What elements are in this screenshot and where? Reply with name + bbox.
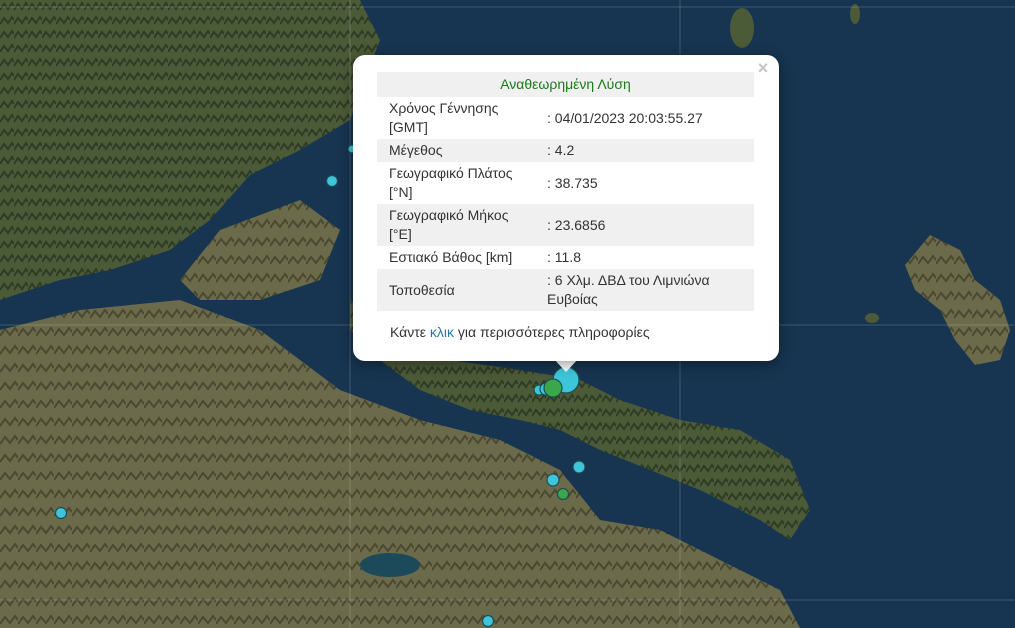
- table-row: Χρόνος Γέννησης [GMT] : 04/01/2023 20:03…: [377, 97, 754, 139]
- close-button[interactable]: ×: [754, 59, 772, 77]
- location-label: Τοποθεσία: [377, 269, 547, 311]
- earthquake-marker[interactable]: [54, 506, 68, 520]
- magnitude-label: Μέγεθος: [377, 139, 547, 162]
- more-info-text: Κάντε κλικ για περισσότερες πληροφορίες: [390, 324, 650, 340]
- depth-label: Εστιακό Βάθος [km]: [389, 249, 513, 265]
- table-row: Εστιακό Βάθος [km] : 11.8: [377, 246, 754, 269]
- island: [865, 313, 879, 323]
- earthquake-popup: × Αναθεωρημένη Λύση Χρόνος Γέννησης [GMT…: [353, 55, 779, 361]
- island: [730, 8, 754, 48]
- table-row: Γεωγραφικό Πλάτος [°N] : 38.735: [377, 162, 754, 204]
- origin-time-value: : 04/01/2023 20:03:55.27: [547, 109, 703, 126]
- longitude-label: Γεωγραφικό Μήκος [°E]: [377, 204, 547, 246]
- depth-value: : 11.8: [547, 249, 581, 265]
- origin-time-label: Χρόνος Γέννησης [GMT]: [389, 100, 499, 135]
- more-info-suffix: για περισσότερες πληροφορίες: [454, 324, 650, 340]
- location-value: : 6 Χλμ. ΔΒΔ του Λιμνιώνα Ευβοίας: [547, 269, 754, 311]
- popup-title: Αναθεωρημένη Λύση: [377, 72, 754, 97]
- earthquake-marker[interactable]: [546, 473, 560, 487]
- table-row: Μέγεθος : 4.2: [377, 139, 754, 162]
- lake: [360, 553, 420, 577]
- magnitude-value: : 4.2: [547, 139, 754, 162]
- longitude-value: : 23.6856: [547, 204, 754, 246]
- earthquake-info-table: Αναθεωρημένη Λύση Χρόνος Γέννησης [GMT] …: [377, 72, 754, 311]
- more-info-link[interactable]: κλικ: [430, 324, 454, 340]
- latitude-value: : 38.735: [547, 174, 598, 191]
- table-row: Γεωγραφικό Μήκος [°E] : 23.6856: [377, 204, 754, 246]
- earthquake-marker[interactable]: [325, 174, 339, 188]
- more-info-prefix: Κάντε: [390, 324, 430, 340]
- earthquake-marker[interactable]: [572, 460, 586, 474]
- latitude-label: Γεωγραφικό Πλάτος [°N]: [389, 165, 513, 200]
- earthquake-marker[interactable]: [481, 614, 495, 628]
- earthquake-marker[interactable]: [556, 487, 570, 501]
- table-row: Τοποθεσία : 6 Χλμ. ΔΒΔ του Λιμνιώνα Ευβο…: [377, 269, 754, 311]
- earthquake-marker-selected[interactable]: [543, 378, 563, 398]
